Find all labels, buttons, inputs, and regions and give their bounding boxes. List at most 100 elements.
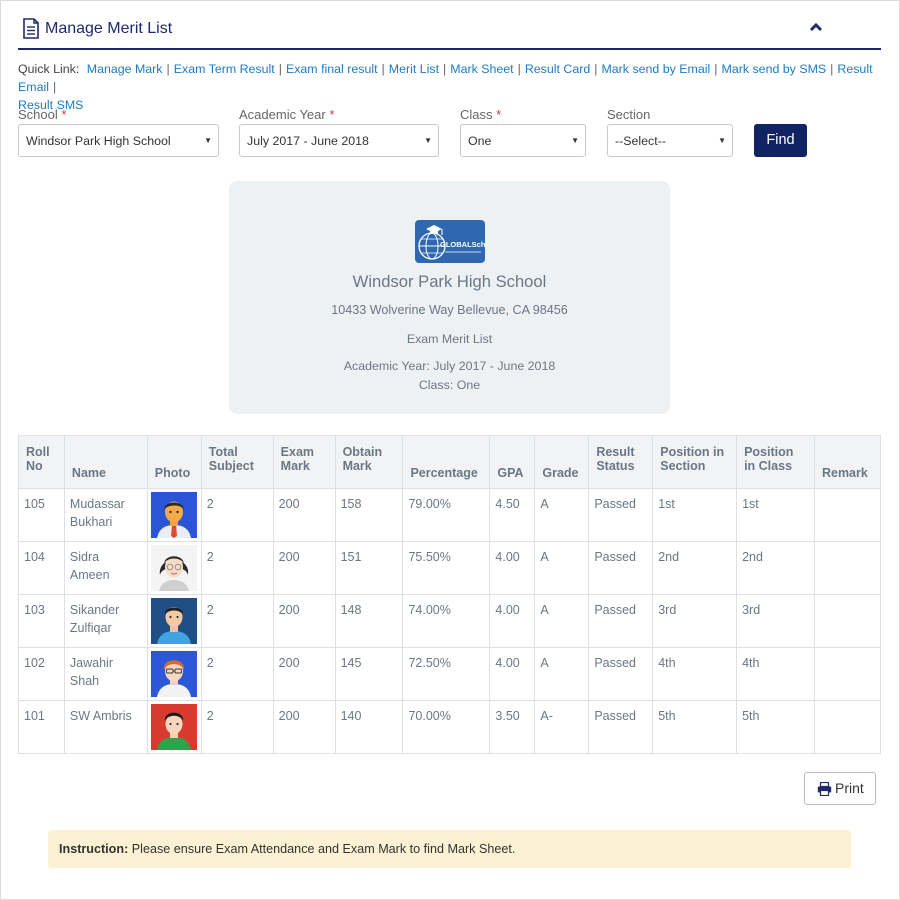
- document-icon: [23, 18, 39, 39]
- cell-percentage: 72.50%: [402, 647, 491, 701]
- cell-position-class: 5th: [736, 700, 815, 754]
- academic-year-select[interactable]: July 2017 - June 2018 ▼: [239, 124, 439, 157]
- dropdown-caret-icon: ▼: [571, 136, 579, 145]
- col-header-obtain-mark: Obtain Mark: [334, 435, 404, 489]
- student-avatar: [150, 598, 197, 644]
- cell-name: Sikander Zulfiqar: [63, 594, 148, 648]
- cell-gpa: 4.00: [489, 541, 536, 595]
- cell-obtain-mark: 148: [334, 594, 404, 648]
- cell-gpa: 3.50: [489, 700, 536, 754]
- cell-percentage: 70.00%: [402, 700, 491, 754]
- cell-roll: 101: [18, 700, 65, 754]
- instruction-alert: Instruction: Please ensure Exam Attendan…: [48, 830, 851, 868]
- cell-exam-mark: 200: [272, 647, 336, 701]
- cell-remark: [813, 594, 882, 648]
- cell-position-section: 1st: [652, 488, 738, 542]
- report-academic-year: Academic Year: July 2017 - June 2018: [343, 359, 556, 373]
- quick-link-mark-sheet[interactable]: Mark Sheet: [450, 62, 513, 76]
- col-header-roll: Roll No: [18, 435, 65, 489]
- cell-obtain-mark: 140: [334, 700, 404, 754]
- dropdown-caret-icon: ▼: [424, 136, 432, 145]
- dropdown-caret-icon: ▼: [204, 136, 212, 145]
- cell-status: Passed: [588, 700, 654, 754]
- cell-status: Passed: [588, 488, 654, 542]
- printer-icon: [817, 782, 832, 796]
- report-title: Exam Merit List: [406, 332, 493, 346]
- quick-link-exam-term-result[interactable]: Exam Term Result: [174, 62, 275, 76]
- cell-percentage: 75.50%: [402, 541, 491, 595]
- cell-obtain-mark: 145: [334, 647, 404, 701]
- col-header-gpa: GPA: [489, 435, 536, 489]
- cell-remark: [813, 541, 882, 595]
- school-logo: GLOBALSchool: [415, 220, 485, 263]
- report-school-name: Windsor Park High School: [352, 272, 547, 291]
- report-class: Class: One: [418, 378, 481, 392]
- cell-grade: A: [534, 488, 590, 542]
- panel-header: Manage Merit List: [18, 14, 881, 50]
- quick-link-mark-send-sms[interactable]: Mark send by SMS: [722, 62, 827, 76]
- cell-position-section: 2nd: [652, 541, 738, 595]
- cell-photo: [146, 700, 202, 754]
- print-label: Print: [835, 780, 864, 796]
- section-label: Section: [607, 107, 651, 122]
- section-select-value: --Select--: [615, 134, 666, 148]
- cell-status: Passed: [588, 647, 654, 701]
- school-select[interactable]: Windsor Park High School ▼: [18, 124, 219, 157]
- table-row: 102 Jawahir Shah 2 200 145 72.50% 4.00 A…: [18, 647, 882, 701]
- cell-grade: A: [534, 541, 590, 595]
- cell-grade: A-: [534, 700, 590, 754]
- table-row: 103 Sikander Zulfiqar 2 200 148 74.00% 4.…: [18, 594, 882, 648]
- class-select[interactable]: One ▼: [460, 124, 586, 157]
- cell-total-subject: 2: [200, 488, 274, 542]
- cell-position-class: 1st: [736, 488, 815, 542]
- school-label: School *: [18, 107, 67, 122]
- print-button[interactable]: Print: [804, 772, 876, 805]
- col-header-total-subject: Total Subject: [200, 435, 274, 489]
- academic-year-label: Academic Year *: [239, 107, 335, 122]
- cell-roll: 105: [18, 488, 65, 542]
- cell-position-class: 4th: [736, 647, 815, 701]
- quick-link-manage-mark[interactable]: Manage Mark: [87, 62, 163, 76]
- class-label: Class *: [460, 107, 502, 122]
- quick-link-result-card[interactable]: Result Card: [525, 62, 590, 76]
- cell-obtain-mark: 151: [334, 541, 404, 595]
- cell-name: Mudassar Bukhari: [63, 488, 148, 542]
- col-header-position-class: Position in Class: [736, 435, 815, 489]
- cell-remark: [813, 488, 882, 542]
- quick-link-merit-list[interactable]: Merit List: [389, 62, 439, 76]
- find-button[interactable]: Find: [754, 124, 807, 157]
- cell-photo: [146, 594, 202, 648]
- quick-link-label: Quick Link:: [18, 62, 80, 76]
- col-header-result-status: Result Status: [588, 435, 654, 489]
- student-avatar: [150, 704, 197, 750]
- panel-title: Manage Merit List: [45, 20, 173, 37]
- cell-gpa: 4.00: [489, 594, 536, 648]
- report-address: 10433 Wolverine Way Bellevue, CA 98456: [331, 303, 568, 317]
- cell-grade: A: [534, 647, 590, 701]
- cell-position-section: 3rd: [652, 594, 738, 648]
- chevron-up-icon[interactable]: [807, 20, 825, 34]
- quick-link-mark-send-email[interactable]: Mark send by Email: [601, 62, 710, 76]
- cell-position-class: 2nd: [736, 541, 815, 595]
- cell-status: Passed: [588, 594, 654, 648]
- cell-position-section: 5th: [652, 700, 738, 754]
- instruction-label: Instruction:: [59, 842, 129, 856]
- student-avatar: [150, 545, 197, 591]
- academic-year-select-value: July 2017 - June 2018: [247, 134, 369, 148]
- col-header-grade: Grade: [534, 435, 590, 489]
- cell-roll: 103: [18, 594, 65, 648]
- student-avatar: [150, 492, 197, 538]
- student-avatar: [150, 651, 197, 697]
- table-row: 105 Mudassar Bukhari 2 200 158 79.00% 4.5…: [18, 488, 882, 542]
- table-row: 101 SW Ambris 2 200 140 70.00% 3.50 A- P…: [18, 700, 882, 754]
- section-select[interactable]: --Select-- ▼: [607, 124, 733, 157]
- table-row: 104 SidraAmeen 2 200 151 75.50% 4.00 A: [18, 541, 882, 595]
- cell-percentage: 74.00%: [402, 594, 491, 648]
- cell-status: Passed: [588, 541, 654, 595]
- cell-position-class: 3rd: [736, 594, 815, 648]
- cell-total-subject: 2: [200, 700, 274, 754]
- cell-total-subject: 2: [200, 594, 274, 648]
- table-header-row: Roll No Name Photo Total Subject Exam Mark …: [18, 435, 882, 489]
- cell-total-subject: 2: [200, 647, 274, 701]
- quick-link-exam-final-result[interactable]: Exam final result: [286, 62, 378, 76]
